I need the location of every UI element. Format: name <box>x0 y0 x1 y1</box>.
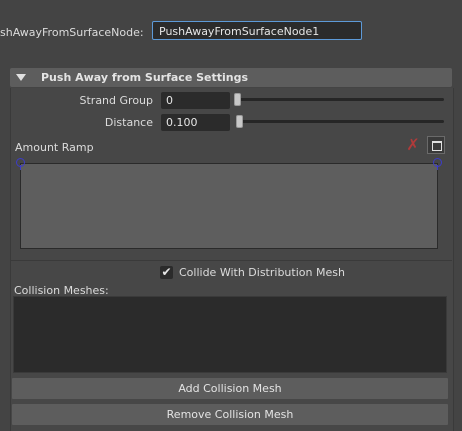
ramp-point-start[interactable] <box>16 158 25 170</box>
collision-mesh-list[interactable] <box>13 296 447 373</box>
amount-ramp-label: Amount Ramp <box>15 141 94 154</box>
strand-group-field[interactable]: 0 <box>161 92 230 109</box>
strand-group-slider-track[interactable] <box>237 98 444 101</box>
delete-point-icon[interactable]: ✗ <box>404 136 422 154</box>
open-ramp-editor-icon[interactable] <box>427 136 445 154</box>
remove-collision-mesh-button[interactable]: Remove Collision Mesh <box>12 404 448 425</box>
section-title: Push Away from Surface Settings <box>41 71 249 84</box>
divider <box>10 260 452 261</box>
collide-checkbox[interactable]: ✔ <box>160 266 173 279</box>
distance-slider-track[interactable] <box>237 120 444 123</box>
node-name-label: shAwayFromSurfaceNode: <box>0 26 144 39</box>
add-collision-mesh-button[interactable]: Add Collision Mesh <box>12 378 448 399</box>
ramp-point-end[interactable] <box>433 158 442 170</box>
section-header[interactable]: Push Away from Surface Settings <box>10 68 452 87</box>
distance-slider-handle[interactable] <box>236 115 243 128</box>
collapse-triangle-icon[interactable] <box>16 74 26 81</box>
node-name-input[interactable]: PushAwayFromSurfaceNode1 <box>152 21 362 40</box>
distance-label: Distance <box>104 116 153 129</box>
strand-group-label: Strand Group <box>79 94 154 107</box>
distance-field[interactable]: 0.100 <box>161 114 230 131</box>
strand-group-slider-handle[interactable] <box>234 93 241 106</box>
collide-label: Collide With Distribution Mesh <box>179 266 345 279</box>
amount-ramp-graph[interactable] <box>20 163 438 249</box>
